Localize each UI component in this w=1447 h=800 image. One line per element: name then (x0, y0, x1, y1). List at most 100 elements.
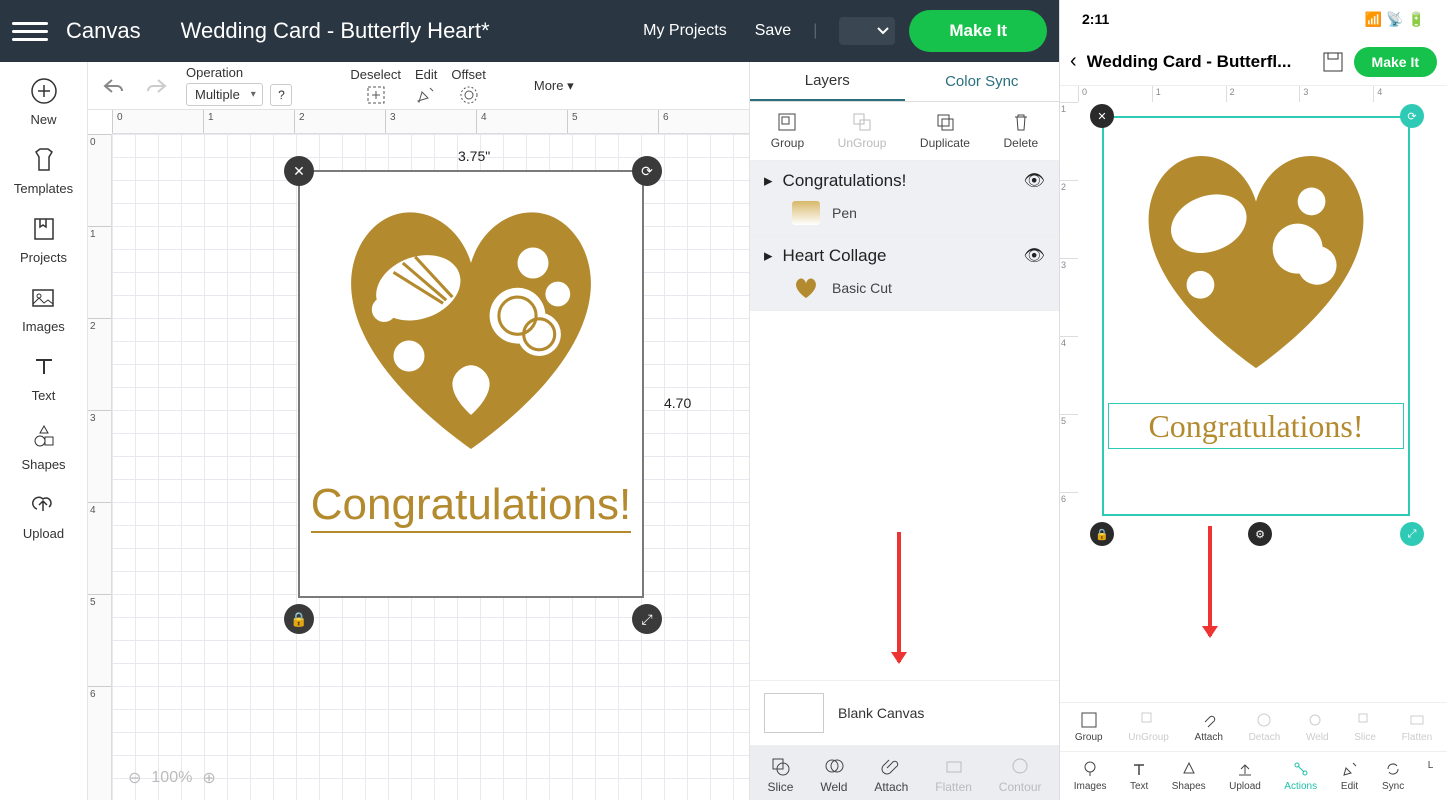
caret-down-icon[interactable]: ▸ (764, 171, 773, 191)
more-button[interactable]: More ▾ (534, 78, 574, 94)
delete-button[interactable]: Delete (1004, 112, 1039, 150)
main-row: New Templates Projects Images Text Shape… (0, 62, 1059, 800)
m-attach[interactable]: Attach (1195, 711, 1223, 743)
undo-button[interactable] (98, 71, 128, 101)
upload-icon (29, 491, 57, 519)
ruler-vertical: 0123456 (88, 134, 112, 800)
m-ruler-v: 123456 (1060, 102, 1078, 702)
make-it-button[interactable]: Make It (909, 10, 1047, 52)
rail-upload[interactable]: Upload (23, 490, 64, 541)
rail-projects[interactable]: Projects (20, 214, 67, 265)
user-menu[interactable] (839, 17, 895, 45)
lock-handle[interactable]: 🔒 (284, 604, 314, 634)
operation-group: Operation Multiple ? (186, 65, 292, 106)
mobile-title: Wedding Card - Butterfl... (1087, 52, 1312, 72)
m-resize-handle[interactable]: ⤢ (1400, 522, 1424, 546)
congrats-text[interactable]: Congratulations! (300, 477, 642, 541)
mobile-selection[interactable]: Congratulations! (1102, 116, 1410, 516)
heart-icon (1116, 132, 1396, 382)
canvas-viewport[interactable]: 0123456 0123456 3.75" 4.70 (88, 110, 749, 800)
rail-templates[interactable]: Templates (14, 145, 73, 196)
zoom-control[interactable]: ⊖ 100% ⊕ (128, 768, 216, 788)
deselect-button[interactable]: Deselect (350, 67, 401, 105)
mobile-make-it-button[interactable]: Make It (1354, 47, 1437, 77)
mobile-canvas[interactable]: 01234 123456 Congratulations! ✕ ⟳ 🔒 ⚙ ⤢ (1060, 86, 1447, 702)
zoom-out-icon[interactable]: ⊖ (128, 768, 141, 788)
ungroup-icon (852, 112, 872, 132)
rotate-handle[interactable]: ⟳ (632, 156, 662, 186)
rail-images[interactable]: Images (22, 283, 65, 334)
tab-colorsync[interactable]: Color Sync (905, 62, 1060, 101)
operation-select[interactable]: Multiple (186, 83, 263, 106)
resize-handle[interactable]: ⤢ (632, 604, 662, 634)
m-actions[interactable]: Actions (1284, 760, 1317, 792)
layers-panel: Layers Color Sync Group UnGroup Duplicat… (749, 62, 1059, 800)
contour-icon (1010, 756, 1030, 776)
selection-box[interactable]: Congratulations! (298, 170, 644, 598)
tab-layers[interactable]: Layers (750, 62, 905, 101)
flatten-button: Flatten (935, 756, 972, 794)
m-weld: Weld (1306, 711, 1329, 743)
m-l[interactable]: L (1428, 760, 1434, 792)
blank-canvas-row[interactable]: Blank Canvas (750, 680, 1059, 745)
selection-width-label: 3.75" (458, 148, 490, 164)
menu-icon[interactable] (12, 13, 48, 49)
contour-button: Contour (999, 756, 1042, 794)
group-icon (777, 112, 797, 132)
layer-heart-child[interactable]: Basic Cut (764, 266, 1045, 300)
layer-heart[interactable]: ▸ Heart Collage 👁 Basic Cut (750, 236, 1059, 311)
save-icon[interactable] (1322, 51, 1344, 73)
layer-congrats[interactable]: ▸ Congratulations! 👁 Pen (750, 161, 1059, 236)
m-edit[interactable]: Edit (1341, 760, 1359, 792)
bottom-tools: Slice Weld Attach Flatten Contour (750, 745, 1059, 800)
offset-button[interactable]: Offset (451, 67, 485, 105)
mobile-congrats[interactable]: Congratulations! (1108, 403, 1404, 449)
m-lock-handle[interactable]: 🔒 (1090, 522, 1114, 546)
rail-shapes[interactable]: Shapes (21, 421, 65, 472)
heart-collage-art[interactable] (300, 172, 642, 477)
rail-new[interactable]: New (29, 76, 59, 127)
separator: | (813, 22, 817, 40)
save-link[interactable]: Save (755, 22, 791, 40)
m-shapes[interactable]: Shapes (1172, 760, 1206, 792)
mobile-heart-art[interactable] (1104, 118, 1408, 395)
edit-button[interactable]: Edit (415, 67, 437, 105)
attach-icon (881, 756, 901, 776)
app-title: Canvas (66, 18, 141, 44)
close-handle[interactable]: ✕ (284, 156, 314, 186)
m-text[interactable]: Text (1130, 760, 1148, 792)
layer-congrats-child[interactable]: Pen (764, 191, 1045, 225)
status-bar: 2:11 📶 📡 🔋 (1060, 0, 1447, 38)
m-upload[interactable]: Upload (1229, 760, 1261, 792)
canvas-area: Operation Multiple ? Deselect Edit Offs (88, 62, 749, 800)
m-group[interactable]: Group (1075, 711, 1103, 743)
zoom-in-icon[interactable]: ⊕ (202, 768, 215, 788)
redo-button[interactable] (142, 71, 172, 101)
m-close-handle[interactable]: ✕ (1090, 104, 1114, 128)
m-more-handle[interactable]: ⚙ (1248, 522, 1272, 546)
slice-button[interactable]: Slice (767, 756, 793, 794)
m-sync[interactable]: Sync (1382, 760, 1404, 792)
weld-button[interactable]: Weld (820, 756, 847, 794)
m-rotate-handle[interactable]: ⟳ (1400, 104, 1424, 128)
chevron-down-icon (877, 27, 889, 35)
group-button[interactable]: Group (771, 112, 804, 150)
duplicate-button[interactable]: Duplicate (920, 112, 970, 150)
top-bar: Canvas Wedding Card - Butterfly Heart* M… (0, 0, 1059, 62)
my-projects-link[interactable]: My Projects (643, 22, 727, 40)
blank-swatch (764, 693, 824, 733)
m-images[interactable]: Images (1074, 760, 1107, 792)
visibility-icon[interactable]: 👁 (1023, 171, 1045, 191)
slice-icon (770, 756, 790, 776)
rail-text[interactable]: Text (29, 352, 59, 403)
caret-down-icon[interactable]: ▸ (764, 246, 773, 266)
back-button[interactable]: ‹ (1070, 50, 1077, 73)
plus-circle-icon (30, 77, 58, 105)
m-ungroup: UnGroup (1128, 711, 1169, 743)
visibility-icon[interactable]: 👁 (1023, 246, 1045, 266)
deselect-icon (366, 85, 386, 105)
attach-button[interactable]: Attach (874, 756, 908, 794)
help-button[interactable]: ? (270, 84, 292, 106)
m-ruler-h: 01234 (1078, 86, 1447, 102)
selection-height-label: 4.70 (664, 395, 691, 411)
